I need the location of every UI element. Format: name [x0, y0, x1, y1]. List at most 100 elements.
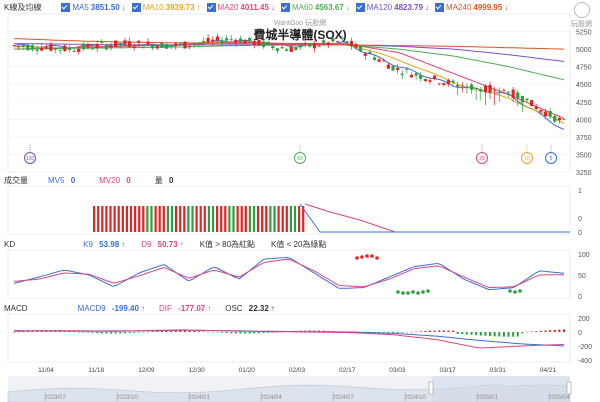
macd-osc-bar [96, 332, 99, 334]
macd-osc-bar [530, 331, 533, 332]
navigator-right-handle[interactable] [566, 381, 572, 395]
candle-body [294, 47, 298, 50]
candle-body [386, 64, 390, 69]
volume-bar [121, 206, 124, 232]
macd-osc-bar [535, 331, 538, 332]
volume-axis: 1 0 0 [578, 188, 582, 237]
kd-panel-frame [7, 249, 571, 299]
macd-osc-bar [516, 332, 519, 337]
volume-bar [273, 206, 276, 232]
candle-body [479, 89, 483, 92]
candle-body [437, 83, 441, 85]
candle-body [100, 42, 104, 43]
macd-tick-label: 200 [578, 316, 590, 323]
macd-osc-bar [77, 331, 80, 333]
kd-green-dot [518, 289, 522, 293]
volume-bar [129, 206, 133, 232]
macd-osc-bar [151, 331, 154, 333]
macd-osc-bar [114, 332, 117, 334]
candle-body [557, 118, 561, 121]
macd-osc-bar [526, 331, 529, 333]
candle-body [377, 59, 381, 62]
macd-osc-bar [193, 330, 196, 332]
kd-red-dot [355, 256, 359, 260]
volume-bar [207, 206, 210, 232]
macd-osc-bar [489, 332, 492, 337]
macd-osc-bar [86, 332, 89, 333]
kd-green-dot [396, 290, 400, 294]
candle-body [446, 80, 451, 85]
volume-bar [224, 206, 227, 232]
candle-body [543, 111, 548, 117]
candle-body [118, 43, 122, 45]
volume-tick-label: 0 [578, 216, 582, 223]
candle-body [30, 45, 35, 50]
candle-body [67, 48, 72, 50]
candle-body [562, 118, 566, 120]
candle-body [340, 38, 344, 40]
stock-chart[interactable]: 525050004750450042504000375035003250 Wan… [0, 0, 600, 402]
candle-body [183, 41, 187, 49]
macd-osc-bar [539, 330, 542, 332]
candle-body [488, 84, 492, 93]
volume-bar [203, 206, 206, 232]
price-tick-label: 5250 [576, 30, 592, 37]
candle-body [206, 37, 210, 43]
candle-body [349, 41, 353, 46]
watermark-text: WantGoo 玩股網 [274, 18, 326, 27]
candle-body [400, 73, 404, 76]
date-tick-label: 04/21 [540, 367, 557, 374]
candle-body [331, 38, 335, 42]
volume-bar [101, 206, 104, 232]
volume-bar [170, 206, 174, 232]
price-tick-label: 3500 [576, 152, 592, 159]
macd-osc-bar [507, 332, 510, 337]
candle-body [516, 92, 520, 99]
volume-bar [211, 206, 215, 232]
volume-bar [269, 206, 272, 232]
macd-osc-bar [447, 330, 450, 332]
macd-osc-bar [549, 330, 552, 332]
macd-osc-bar [479, 332, 482, 336]
candle-body [146, 41, 150, 45]
kd-tick-label: 50 [578, 273, 586, 280]
candle-body [271, 46, 275, 49]
marker-label: 20 [479, 156, 485, 162]
candle-body [474, 87, 478, 89]
candle-body [104, 44, 109, 50]
macd-osc-bar [442, 330, 445, 332]
price-tick-label: 4000 [576, 117, 592, 124]
candle-body [252, 41, 256, 46]
volume-bar [93, 206, 96, 232]
volume-bar [265, 206, 268, 232]
volume-bar [293, 206, 297, 232]
candle-body [534, 106, 538, 110]
macd-osc-bar [82, 332, 85, 333]
candle-body [77, 48, 81, 52]
volume-bar [216, 206, 219, 232]
candle-body [123, 40, 127, 44]
candle-body [465, 86, 469, 89]
macd-osc-bar [123, 332, 126, 334]
macd-osc-bar [188, 330, 191, 332]
macd-osc-bar [484, 332, 487, 336]
macd-osc-bar [493, 332, 496, 337]
candle-body [229, 38, 233, 40]
macd-osc-bar [253, 332, 256, 334]
volume-bar [162, 206, 165, 232]
macd-osc-bar [234, 332, 237, 334]
date-tick-label: 03/31 [490, 367, 507, 374]
macd-tick-label: 0 [578, 330, 582, 337]
macd-osc-bar [100, 332, 103, 334]
price-tick-label: 3250 [576, 170, 592, 177]
macd-osc-bar [207, 331, 210, 333]
volume-bar [154, 206, 157, 232]
ma-line-ma60 [14, 44, 565, 81]
price-tick-label: 5000 [576, 47, 592, 54]
volume-bar [252, 206, 256, 232]
mv5-line [299, 203, 570, 233]
navigator-left-handle[interactable] [428, 381, 434, 395]
volume-bar [228, 206, 231, 232]
macd-osc-bar [137, 332, 140, 333]
macd-osc-bar [512, 332, 515, 337]
